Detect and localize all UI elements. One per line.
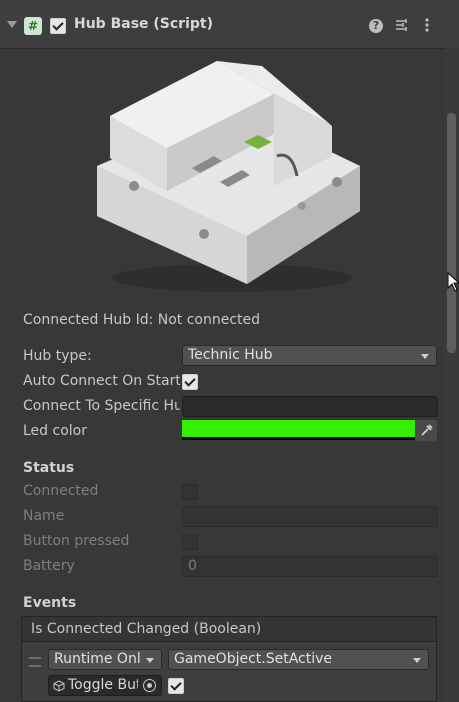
hub-type-value: Technic Hub bbox=[188, 347, 273, 363]
events-heading: Events bbox=[23, 595, 77, 611]
chevron-down-icon bbox=[421, 354, 429, 359]
target-object-value: Toggle Button bbox=[68, 677, 138, 693]
set-active-checkbox[interactable] bbox=[168, 678, 184, 694]
event-title: Is Connected Changed (Boolean) bbox=[31, 621, 262, 637]
auto-connect-checkbox[interactable] bbox=[182, 374, 198, 390]
auto-connect-label: Auto Connect On Start bbox=[23, 373, 180, 389]
name-field bbox=[182, 506, 438, 527]
name-label: Name bbox=[23, 508, 65, 524]
connected-checkbox bbox=[182, 484, 198, 500]
component-enabled-checkbox[interactable] bbox=[50, 18, 66, 34]
mouse-cursor-icon bbox=[447, 272, 459, 292]
function-value: GameObject.SetActive bbox=[174, 651, 333, 667]
status-heading: Status bbox=[23, 460, 75, 476]
battery-field: 0 bbox=[182, 556, 438, 577]
function-dropdown[interactable]: GameObject.SetActive bbox=[168, 649, 429, 670]
component-title: Hub Base (Script) bbox=[74, 16, 213, 32]
led-color-swatch[interactable] bbox=[182, 420, 415, 440]
hub-type-label: Hub type: bbox=[23, 348, 92, 364]
scrollbar-thumb[interactable] bbox=[447, 113, 456, 353]
runtime-dropdown[interactable]: Runtime Only bbox=[48, 649, 162, 670]
preset-icon[interactable] bbox=[394, 17, 410, 33]
specific-hub-label: Connect To Specific Hub bbox=[23, 398, 180, 414]
connected-label: Connected bbox=[23, 483, 99, 499]
drag-handle-icon[interactable] bbox=[29, 657, 41, 667]
event-header: Is Connected Changed (Boolean) bbox=[21, 616, 437, 642]
script-icon: # bbox=[24, 17, 42, 35]
runtime-value: Runtime Only bbox=[54, 651, 140, 667]
component-header bbox=[0, 0, 459, 49]
eyedropper-icon bbox=[421, 424, 433, 436]
connected-hub-id-text: Connected Hub Id: Not connected bbox=[23, 312, 261, 328]
hub-preview-image bbox=[97, 61, 360, 292]
button-pressed-checkbox bbox=[182, 534, 198, 550]
specific-hub-field[interactable] bbox=[182, 396, 438, 417]
eyedropper-button[interactable] bbox=[415, 420, 437, 441]
led-color-label: Led color bbox=[23, 423, 87, 439]
cube-icon bbox=[53, 680, 65, 692]
chevron-down-icon bbox=[413, 658, 421, 663]
fold-arrow-icon[interactable] bbox=[7, 21, 17, 28]
more-options-icon[interactable] bbox=[419, 17, 435, 33]
help-icon[interactable]: ? bbox=[369, 19, 383, 33]
chevron-down-icon bbox=[146, 658, 154, 663]
battery-label: Battery bbox=[23, 558, 75, 574]
object-picker-icon[interactable] bbox=[143, 679, 156, 692]
button-pressed-label: Button pressed bbox=[23, 533, 130, 549]
target-object-field[interactable]: Toggle Button bbox=[48, 675, 162, 696]
hub-type-dropdown[interactable]: Technic Hub bbox=[182, 345, 437, 366]
